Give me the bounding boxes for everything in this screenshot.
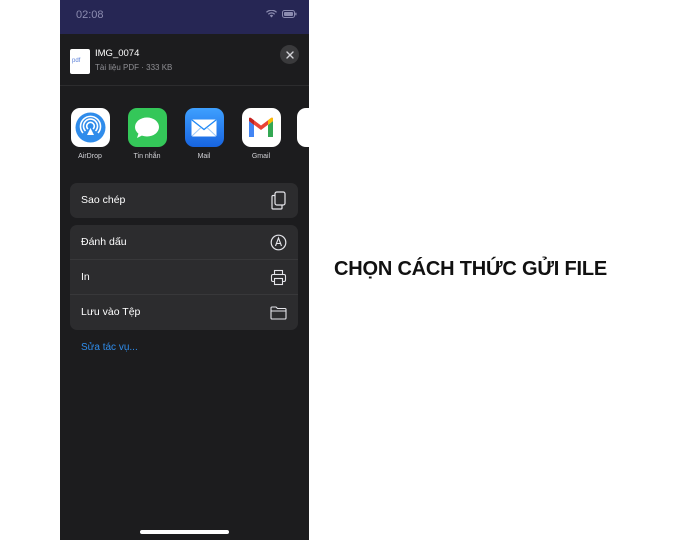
- action-label-save-to-files: Lưu vào Tệp: [81, 306, 141, 318]
- status-bar: 02:08: [60, 0, 309, 34]
- phone-screen: 02:08 pdf IMG_0074 Tài liệu PDF · 333 KB: [60, 0, 309, 540]
- action-label-markup: Đánh dấu: [81, 236, 127, 248]
- battery-icon: [282, 10, 297, 18]
- share-apps-row: AirDrop Tin nhắn Mail Gmail: [60, 108, 309, 168]
- edit-actions-link[interactable]: Sửa tác vụ...: [81, 342, 138, 353]
- partial-app-icon: [297, 108, 309, 147]
- copy-icon: [271, 191, 286, 210]
- action-copy[interactable]: Sao chép: [70, 183, 298, 218]
- action-group-copy: Sao chép: [70, 183, 298, 218]
- markup-icon: [270, 234, 287, 251]
- messages-icon: [127, 108, 167, 147]
- file-meta: Tài liệu PDF · 333 KB: [95, 63, 173, 72]
- close-icon: [285, 50, 294, 59]
- file-name: IMG_0074: [95, 48, 140, 59]
- action-label-copy: Sao chép: [81, 194, 126, 206]
- share-app-more[interactable]: [297, 108, 309, 147]
- action-save-to-files[interactable]: Lưu vào Tệp: [70, 295, 298, 330]
- close-button[interactable]: [280, 45, 299, 64]
- share-app-mail[interactable]: Mail: [181, 108, 227, 160]
- action-markup[interactable]: Đánh dấu: [70, 225, 298, 260]
- action-label-print: In: [81, 271, 90, 283]
- action-print[interactable]: In: [70, 260, 298, 295]
- pdf-file-icon: pdf: [70, 49, 90, 74]
- caption-heading: CHỌN CÁCH THỨC GỬI FILE: [334, 258, 608, 280]
- status-icons: [266, 10, 297, 18]
- airdrop-icon: [70, 108, 110, 147]
- print-icon: [270, 269, 287, 286]
- share-sheet: pdf IMG_0074 Tài liệu PDF · 333 KB AirDr…: [60, 34, 309, 540]
- app-label-airdrop: AirDrop: [78, 153, 102, 160]
- file-thumb-label: pdf: [72, 58, 81, 64]
- home-indicator[interactable]: [140, 530, 229, 534]
- wifi-icon: [266, 10, 277, 18]
- share-app-gmail[interactable]: Gmail: [238, 108, 284, 160]
- mail-icon: [184, 108, 224, 147]
- share-app-airdrop[interactable]: AirDrop: [67, 108, 113, 160]
- status-time: 02:08: [76, 9, 104, 21]
- share-app-messages[interactable]: Tin nhắn: [124, 108, 170, 160]
- folder-icon: [270, 306, 287, 320]
- action-group-main: Đánh dấu In Lưu vào Tệp: [70, 225, 298, 330]
- share-sheet-header: pdf IMG_0074 Tài liệu PDF · 333 KB: [60, 34, 309, 86]
- app-label-mail: Mail: [197, 153, 211, 160]
- app-label-messages: Tin nhắn: [133, 153, 161, 160]
- app-label-gmail: Gmail: [251, 153, 271, 160]
- gmail-icon: [241, 108, 281, 147]
